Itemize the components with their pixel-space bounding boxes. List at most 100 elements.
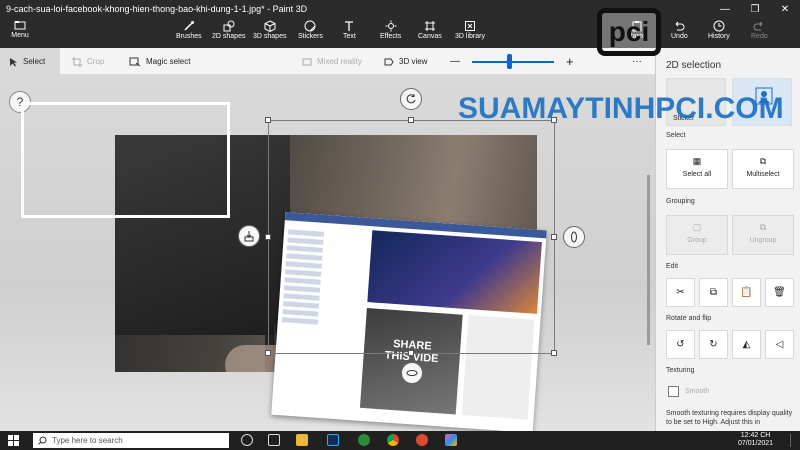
task-view-icon[interactable] (268, 434, 280, 446)
resize-handle[interactable] (265, 350, 271, 356)
tool-label: Effects (380, 33, 402, 40)
resize-handle[interactable] (265, 234, 271, 240)
crop-button[interactable]: Crop (72, 48, 104, 75)
rotate-y-handle[interactable] (563, 226, 585, 248)
rotate-flip-heading: Rotate and flip (666, 315, 712, 322)
multiselect-button[interactable]: ⧉ Multiselect (732, 149, 794, 189)
paint-3d-icon[interactable] (445, 434, 457, 446)
delete-button[interactable]: 🗑 (765, 278, 794, 307)
undo-icon (676, 21, 685, 31)
resize-handle[interactable] (551, 350, 557, 356)
rotate-flip-row: ↺ ↻ ◭ ◁ (666, 330, 796, 360)
resize-handle[interactable] (265, 117, 271, 123)
rotate-left-button[interactable]: ↺ (666, 330, 695, 359)
tool-label: 3D library (455, 33, 485, 40)
zoom-out-glyph: — (450, 56, 460, 67)
windows-start-icon[interactable] (8, 435, 19, 446)
selection-bounding-box[interactable] (265, 117, 557, 356)
edit-buttons-row: ✂ ⧉ 📋 🗑 (666, 278, 796, 308)
rotate-right-button[interactable]: ↻ (699, 330, 728, 359)
clipboard-icon: 📋 (740, 287, 753, 298)
photoshop-icon[interactable] (327, 434, 339, 446)
3d-view-label: 3D view (399, 57, 428, 66)
tool-brushes[interactable]: Brushes (176, 20, 202, 40)
tool-text[interactable]: Text (343, 20, 356, 40)
zoom-slider-track[interactable] (472, 61, 554, 63)
ungroup-button[interactable]: ⧉ Ungroup (732, 215, 794, 255)
more-glyph: ··· (632, 56, 642, 67)
zoom-in-button[interactable]: + (566, 48, 574, 75)
paste-button[interactable]: 📋 (732, 278, 761, 307)
flip-horizontal-button[interactable]: ◭ (732, 330, 761, 359)
crop-icon (72, 56, 82, 67)
copy-icon: ⧉ (709, 287, 718, 298)
pointer-icon (10, 57, 17, 66)
search-placeholder: Type here to search (52, 436, 123, 445)
menu-label: Menu (11, 32, 29, 39)
sun-icon (385, 20, 397, 32)
tool-label: Stickers (298, 33, 323, 40)
multiselect-label: Multiselect (746, 171, 780, 178)
app-icon[interactable] (358, 434, 370, 446)
magic-select-button[interactable]: Magic select (129, 48, 190, 75)
tool-redo[interactable]: Redo (751, 20, 768, 40)
rotate-right-icon: ↻ (709, 339, 718, 350)
grouping-heading: Grouping (666, 198, 695, 205)
tool-stickers[interactable]: Stickers (298, 20, 323, 40)
chrome-icon[interactable] (387, 434, 399, 446)
menu-button[interactable]: Menu (6, 20, 34, 39)
canvas-area[interactable]: ? SHARE THIS VIDE (0, 75, 655, 433)
tool-3d-library[interactable]: 3D library (455, 20, 485, 40)
tool-history[interactable]: History (708, 20, 730, 40)
zoom-slider-thumb[interactable] (506, 54, 512, 69)
mixed-reality-button[interactable]: Mixed reality (302, 48, 362, 75)
app-icon[interactable] (416, 434, 428, 446)
maximize-button[interactable]: ❐ (740, 0, 770, 18)
3d-view-button[interactable]: 3D view (384, 48, 427, 75)
taskbar-search-box[interactable]: Type here to search (33, 433, 229, 448)
tool-label: Undo (671, 33, 688, 40)
smooth-description: Smooth texturing requires display qualit… (666, 410, 793, 426)
minimize-button[interactable]: — (710, 0, 740, 18)
tool-label: Redo (751, 33, 768, 40)
rotate-z-handle[interactable] (400, 88, 422, 110)
tool-3d-shapes[interactable]: 3D shapes (253, 20, 286, 40)
tool-2d-shapes[interactable]: 2D shapes (212, 20, 245, 40)
push-depth-handle[interactable] (238, 225, 260, 247)
tool-label: Text (343, 33, 356, 40)
vertical-scrollbar[interactable] (647, 175, 650, 345)
flip-vertical-button[interactable]: ◁ (765, 330, 794, 359)
tool-label: 2D shapes (212, 33, 246, 40)
system-clock[interactable]: 12:42 CH 07/01/2021 (738, 432, 773, 448)
show-desktop-button[interactable] (790, 434, 796, 447)
tool-label: Brushes (176, 33, 202, 40)
select-heading: Select (666, 132, 686, 139)
resize-handle[interactable] (408, 350, 414, 356)
library-icon (464, 21, 475, 31)
rotate-x-handle[interactable] (401, 362, 423, 384)
title-bar: 9-cach-sua-loi-facebook-khong-hien-thong… (0, 0, 800, 18)
zoom-out-button[interactable]: — (450, 48, 460, 75)
copy-button[interactable]: ⧉ (699, 278, 728, 307)
tool-undo[interactable]: Undo (671, 20, 688, 40)
select-tool-button[interactable]: Select (0, 48, 60, 75)
resize-handle[interactable] (408, 117, 414, 123)
scissors-icon: ✂ (676, 287, 685, 298)
canvas-icon (424, 21, 435, 31)
texturing-heading: Texturing (666, 367, 695, 374)
close-button[interactable]: ✕ (770, 0, 800, 18)
smooth-checkbox[interactable] (668, 386, 679, 397)
multiselect-icon: ⧉ (759, 156, 767, 166)
edit-heading: Edit (666, 263, 679, 270)
tool-label: 3D shapes (253, 33, 287, 40)
file-explorer-icon[interactable] (296, 434, 308, 446)
group-button[interactable]: ▢ Group (666, 215, 728, 255)
resize-handle[interactable] (551, 234, 557, 240)
tool-effects[interactable]: Effects (380, 20, 401, 40)
rectangle-shape[interactable] (21, 102, 230, 218)
cortana-icon[interactable] (241, 434, 253, 446)
tool-canvas[interactable]: Canvas (418, 20, 442, 40)
cut-button[interactable]: ✂ (666, 278, 695, 307)
select-all-button[interactable]: ▦ Select all (666, 149, 728, 189)
ribbon: Menu Brushes 2D shapes 3D shapes Sticker… (0, 18, 800, 48)
